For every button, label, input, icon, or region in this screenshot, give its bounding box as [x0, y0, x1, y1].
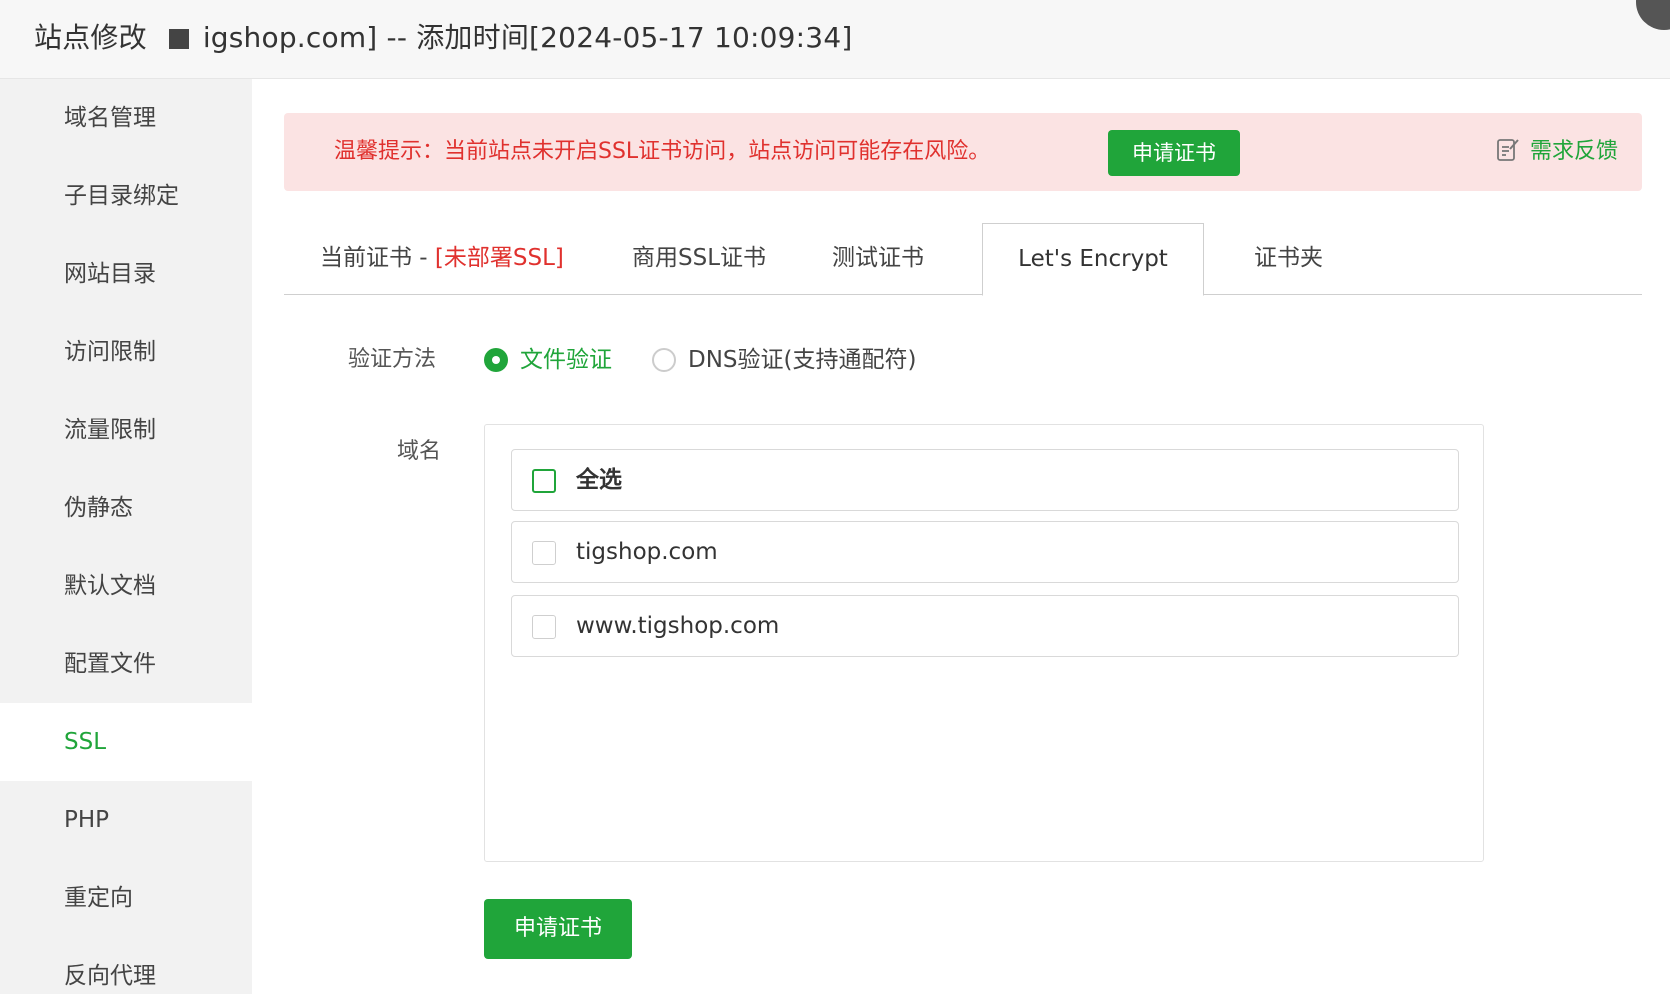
- domain-select-all[interactable]: 全选: [511, 449, 1459, 511]
- sidebar-item-domain[interactable]: 域名管理: [0, 79, 252, 157]
- checkbox-icon[interactable]: [532, 469, 556, 493]
- sidebar-item-default-document[interactable]: 默认文档: [0, 547, 252, 625]
- tab-lets-encrypt[interactable]: Let's Encrypt: [982, 223, 1204, 296]
- ssl-warning-notice: 温馨提示：当前站点未开启SSL证书访问，站点访问可能存在风险。 申请证书 需求反…: [284, 113, 1642, 191]
- radio-dns-verify-label: DNS验证(支持通配符): [688, 347, 917, 373]
- redaction-block: [168, 29, 189, 49]
- feedback-link[interactable]: 需求反馈: [1496, 113, 1618, 191]
- notice-text: 温馨提示：当前站点未开启SSL证书访问，站点访问可能存在风险。: [334, 139, 991, 164]
- feedback-label: 需求反馈: [1529, 139, 1618, 164]
- tab-cert-folder[interactable]: 证书夹: [1254, 223, 1323, 295]
- sidebar-item-rewrite[interactable]: 伪静态: [0, 469, 252, 547]
- domain-item-label: www.tigshop.com: [576, 613, 780, 639]
- tab-current-cert-status: [未部署SSL]: [434, 245, 564, 271]
- domain-item[interactable]: www.tigshop.com: [511, 595, 1459, 657]
- tab-current-cert[interactable]: 当前证书 - [未部署SSL]: [320, 223, 564, 295]
- tab-current-cert-label: 当前证书 -: [320, 245, 435, 271]
- sidebar-item-php[interactable]: PHP: [0, 781, 252, 859]
- sidebar-item-reverse-proxy[interactable]: 反向代理: [0, 937, 252, 994]
- apply-cert-button[interactable]: 申请证书: [484, 899, 632, 959]
- domain-item[interactable]: tigshop.com: [511, 521, 1459, 583]
- title-bar: 站点修改 igshop.com] -- 添加时间[2024-05-17 10:09…: [0, 0, 1670, 79]
- window-title: 站点修改 igshop.com] -- 添加时间[2024-05-17 10:09…: [34, 16, 852, 56]
- close-icon[interactable]: [1636, 0, 1670, 30]
- tab-test-cert[interactable]: 测试证书: [832, 223, 924, 295]
- sidebar-item-site-directory[interactable]: 网站目录: [0, 235, 252, 313]
- ssl-tabs: 当前证书 - [未部署SSL] 商用SSL证书 测试证书 Let's Encry…: [284, 223, 1642, 296]
- main-content: 温馨提示：当前站点未开启SSL证书访问，站点访问可能存在风险。 申请证书 需求反…: [252, 79, 1670, 994]
- sidebar-item-subdirectory[interactable]: 子目录绑定: [0, 157, 252, 235]
- sidebar-item-redirect[interactable]: 重定向: [0, 859, 252, 937]
- radio-unchecked-icon: [652, 348, 676, 372]
- tab-commercial-ssl[interactable]: 商用SSL证书: [632, 223, 766, 295]
- window-title-prefix: 站点修改: [34, 21, 147, 54]
- checkbox-icon[interactable]: [532, 541, 556, 565]
- verify-method-label: 验证方法: [348, 347, 437, 372]
- radio-file-verify[interactable]: 文件验证: [484, 345, 612, 375]
- sidebar: 域名管理 子目录绑定 网站目录 访问限制 流量限制 伪静态 默认文档 配置文件 …: [0, 79, 252, 994]
- edit-note-icon: [1497, 139, 1519, 161]
- radio-file-verify-label: 文件验证: [520, 347, 612, 373]
- domain-label: 域名: [397, 439, 442, 464]
- checkbox-icon[interactable]: [532, 615, 556, 639]
- site-edit-window: 站点修改 igshop.com] -- 添加时间[2024-05-17 10:09…: [0, 0, 1670, 994]
- notice-apply-cert-button[interactable]: 申请证书: [1108, 130, 1240, 176]
- radio-checked-icon: [484, 348, 508, 372]
- domain-select-all-label: 全选: [576, 467, 622, 493]
- domain-item-label: tigshop.com: [576, 539, 718, 565]
- sidebar-item-ssl[interactable]: SSL: [0, 703, 252, 781]
- sidebar-item-config-file[interactable]: 配置文件: [0, 625, 252, 703]
- sidebar-item-access-limit[interactable]: 访问限制: [0, 313, 252, 391]
- window-title-suffix: igshop.com] -- 添加时间[2024-05-17 10:09:34]: [202, 21, 853, 54]
- sidebar-item-traffic-limit[interactable]: 流量限制: [0, 391, 252, 469]
- radio-dns-verify[interactable]: DNS验证(支持通配符): [652, 345, 916, 375]
- domain-list: 全选 tigshop.com www.tigshop.com: [484, 424, 1484, 862]
